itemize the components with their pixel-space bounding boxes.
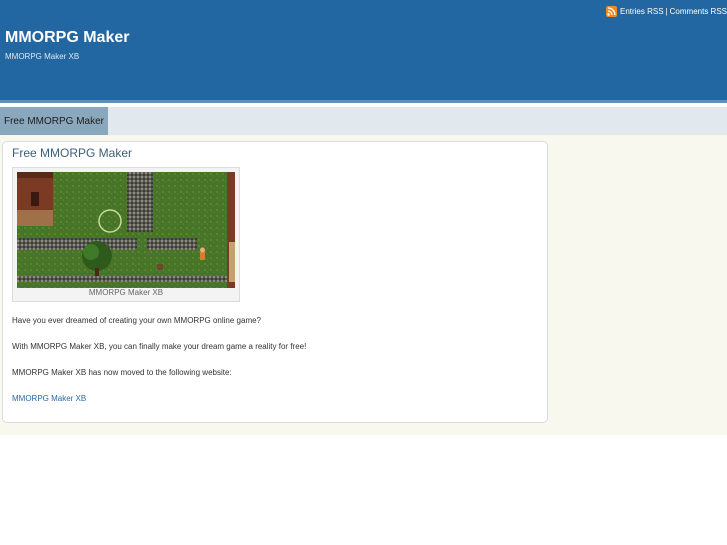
post-paragraph: Have you ever dreamed of creating your o… (12, 316, 262, 325)
comments-rss-link[interactable]: Comments RSS (670, 7, 727, 16)
rss-separator: | (665, 6, 668, 16)
site-description: MMORPG Maker XB (5, 52, 80, 61)
image-caption: MMORPG Maker XB (88, 288, 164, 297)
rss-links: Entries RSS | Comments RSS (605, 5, 727, 17)
post-paragraph: With MMORPG Maker XB, you can finally ma… (12, 342, 307, 351)
site-title[interactable]: MMORPG Maker (5, 29, 129, 47)
post-title[interactable]: Free MMORPG Maker (12, 146, 132, 160)
post-figure: MMORPG Maker XB (12, 167, 240, 302)
post-paragraph: MMORPG Maker XB has now moved to the fol… (12, 368, 232, 377)
entries-rss-link[interactable]: Entries RSS (620, 7, 664, 16)
post: Free MMORPG Maker MMORPG Maker XB Have y… (2, 141, 548, 423)
game-screenshot-image (17, 172, 235, 288)
nav-bar: Free MMORPG Maker (0, 107, 727, 135)
website-link[interactable]: MMORPG Maker XB (12, 394, 86, 403)
rss-icon (605, 5, 617, 17)
header-divider (0, 100, 727, 103)
nav-item-free-mmorpg-maker[interactable]: Free MMORPG Maker (0, 107, 108, 135)
site-header: Entries RSS | Comments RSS MMORPG Maker … (0, 0, 727, 100)
